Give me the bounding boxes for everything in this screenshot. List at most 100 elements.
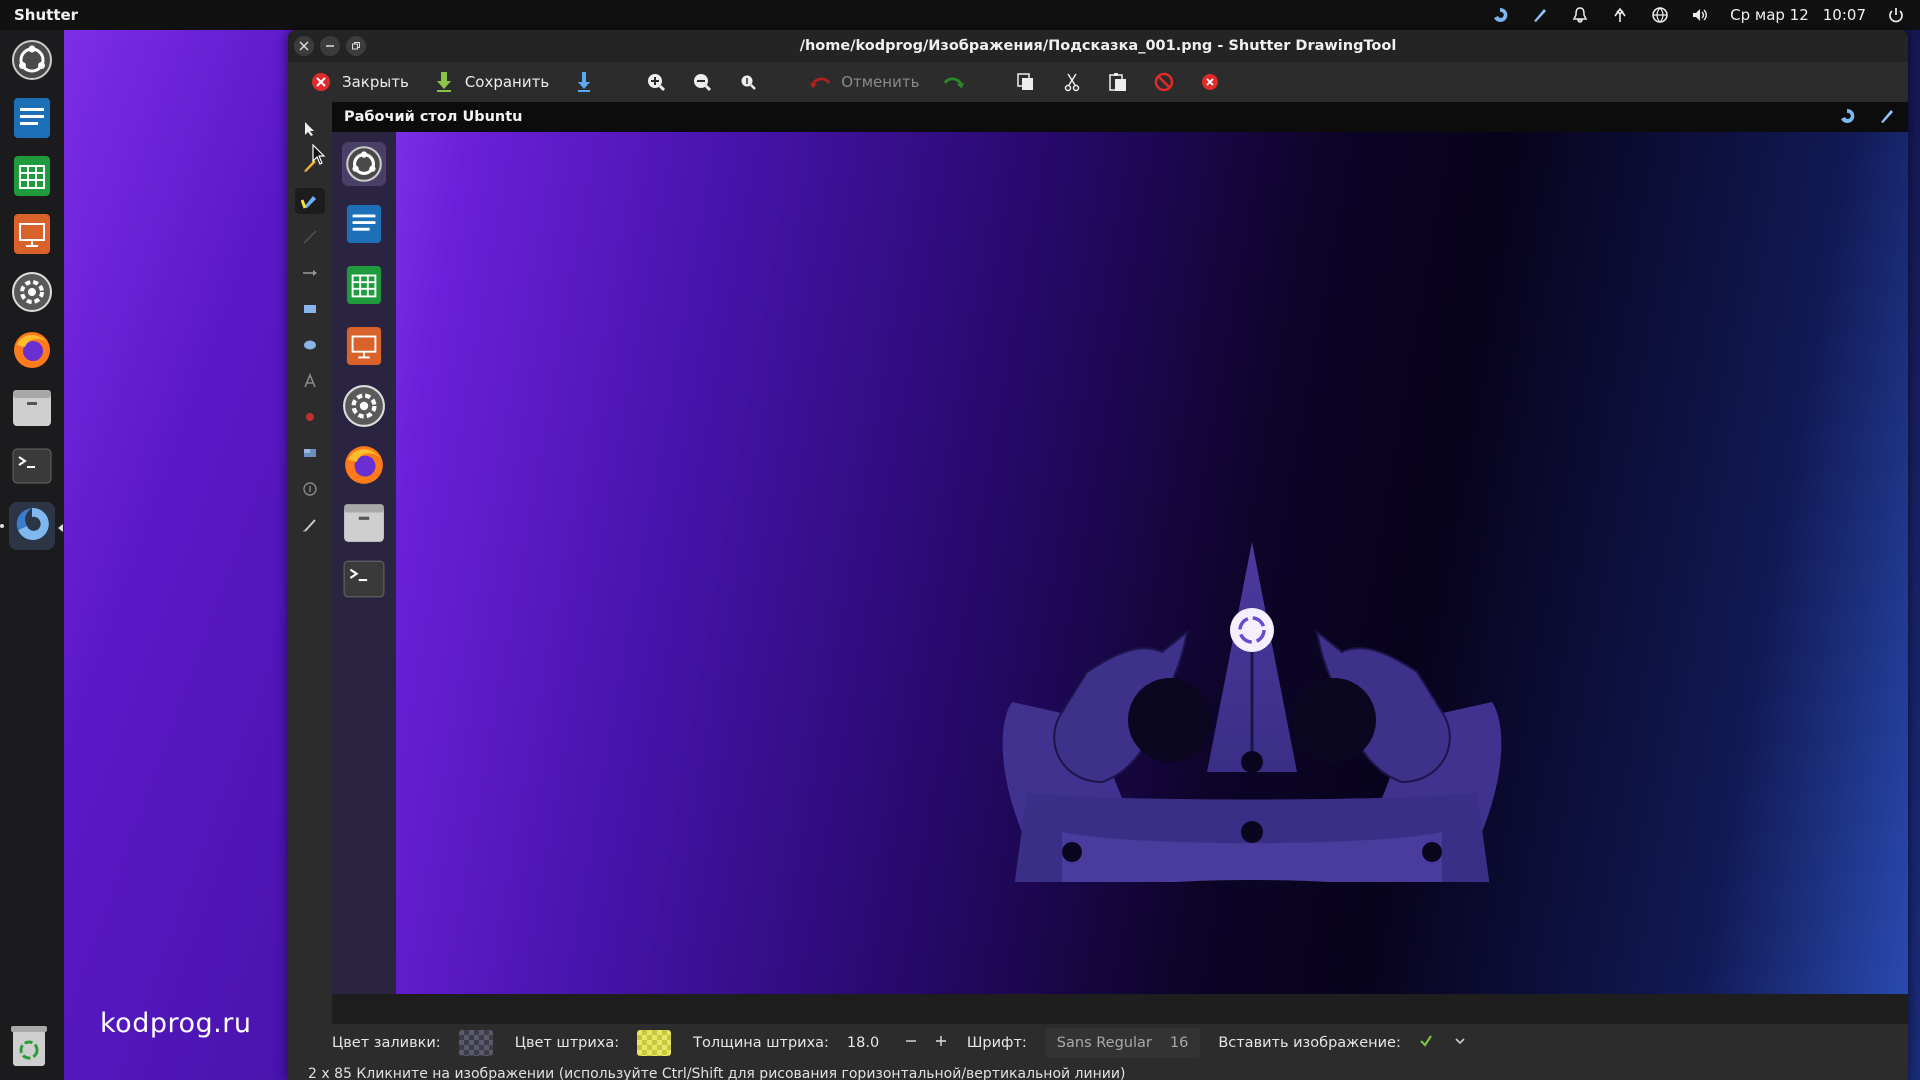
copy-button[interactable] bbox=[1005, 66, 1047, 98]
undo-icon bbox=[809, 71, 831, 93]
fill-color-button[interactable] bbox=[458, 1030, 493, 1056]
drawing-canvas-area: Рабочий стол Ubuntu bbox=[332, 102, 1908, 1024]
tool-select[interactable] bbox=[295, 116, 325, 142]
text-icon bbox=[304, 372, 316, 388]
font-size: 16 bbox=[1169, 1035, 1189, 1051]
tool-options-bar: Цвет заливки: Цвет штриха: Толщина штрих… bbox=[332, 1024, 1908, 1062]
zoom-out-icon bbox=[691, 71, 713, 93]
canvas-header: Рабочий стол Ubuntu bbox=[332, 102, 1908, 132]
clock[interactable]: Ср мар 12 10:07 bbox=[1730, 6, 1866, 24]
font-chooser-button[interactable]: Sans Regular 16 bbox=[1044, 1028, 1201, 1058]
chevron-down-icon[interactable] bbox=[1453, 1034, 1467, 1052]
insert-image-label: Вставить изображение: bbox=[1218, 1035, 1401, 1051]
window-minimize-button[interactable] bbox=[320, 36, 340, 56]
zoom-in-icon bbox=[645, 71, 667, 93]
ellipse-icon bbox=[304, 340, 316, 350]
copy-icon bbox=[1015, 71, 1037, 93]
stroke-width-value[interactable]: 18.0 bbox=[847, 1035, 887, 1051]
bell-icon[interactable] bbox=[1570, 5, 1590, 25]
export-button[interactable] bbox=[563, 66, 605, 98]
close-circle-icon bbox=[310, 71, 332, 93]
cut-button[interactable] bbox=[1051, 66, 1093, 98]
ubuntu-logo-icon bbox=[342, 142, 386, 190]
tool-censor[interactable] bbox=[295, 404, 325, 430]
pixelize-icon bbox=[304, 449, 316, 457]
close-button-label: Закрыть bbox=[342, 73, 409, 91]
plus-icon[interactable] bbox=[935, 1035, 947, 1051]
dock-impress-app[interactable] bbox=[9, 212, 55, 260]
dock-files-app[interactable] bbox=[9, 386, 55, 434]
minus-icon[interactable] bbox=[905, 1035, 917, 1051]
stroke-width-spinner: 18.0 bbox=[847, 1035, 947, 1051]
zoom-out-button[interactable] bbox=[681, 66, 723, 98]
line-icon bbox=[303, 230, 317, 244]
dock-trash-app[interactable] bbox=[9, 1024, 49, 1072]
save-button[interactable]: Сохранить bbox=[423, 66, 559, 98]
close-icon bbox=[299, 41, 309, 51]
dock-writer-app[interactable] bbox=[9, 96, 55, 144]
running-indicator bbox=[0, 524, 4, 528]
zoom-fit-button[interactable] bbox=[727, 66, 769, 98]
watermark-text: kodprog.ru bbox=[100, 1008, 252, 1039]
tool-pixelize[interactable] bbox=[295, 440, 325, 466]
dock-settings-app[interactable] bbox=[9, 270, 55, 318]
tool-text[interactable] bbox=[295, 368, 325, 394]
draw-tray-icon[interactable] bbox=[1530, 5, 1550, 25]
window-restore-button[interactable] bbox=[346, 36, 366, 56]
tool-ellipse[interactable] bbox=[295, 332, 325, 358]
active-app-name[interactable]: Shutter bbox=[14, 6, 78, 24]
undo-button[interactable]: Отменить bbox=[799, 66, 929, 98]
ubuntu-logo-icon bbox=[11, 39, 53, 85]
settings-icon bbox=[11, 271, 53, 317]
window-title: /home/kodprog/Изображения/Подсказка_001.… bbox=[799, 38, 1397, 54]
clear-icon bbox=[303, 519, 316, 532]
dock-ubuntu-app[interactable] bbox=[9, 38, 55, 86]
drawing-tool-window: /home/kodprog/Изображения/Подсказка_001.… bbox=[288, 30, 1908, 1080]
window-close-button[interactable] bbox=[294, 36, 314, 56]
dock-firefox-app[interactable] bbox=[9, 328, 55, 376]
shutter-icon bbox=[12, 504, 52, 548]
redo-icon bbox=[943, 71, 965, 93]
delete-button[interactable] bbox=[1143, 66, 1185, 98]
clear-all-button[interactable] bbox=[1189, 66, 1231, 98]
draw-small-icon[interactable] bbox=[1878, 107, 1896, 129]
dock-calc-app[interactable] bbox=[9, 154, 55, 202]
window-titlebar[interactable]: /home/kodprog/Изображения/Подсказка_001.… bbox=[288, 30, 1908, 62]
screenshot-image[interactable] bbox=[332, 132, 1908, 994]
stroke-color-button[interactable] bbox=[637, 1030, 672, 1056]
save-button-label: Сохранить bbox=[464, 73, 550, 91]
globe-icon[interactable] bbox=[1650, 5, 1670, 25]
save-download-icon bbox=[433, 71, 455, 93]
network-icon[interactable] bbox=[1610, 5, 1630, 25]
power-icon[interactable] bbox=[1886, 5, 1906, 25]
calc-icon bbox=[345, 262, 383, 312]
files-icon bbox=[11, 388, 53, 432]
redo-button[interactable] bbox=[933, 66, 975, 98]
zoom-in-button[interactable] bbox=[635, 66, 677, 98]
rectangle-icon bbox=[304, 305, 316, 313]
restore-icon bbox=[352, 42, 360, 50]
tool-crop[interactable] bbox=[295, 512, 325, 538]
tool-line[interactable] bbox=[295, 224, 325, 250]
minimize-icon bbox=[326, 45, 334, 47]
files-icon bbox=[342, 502, 386, 548]
tool-rectangle[interactable] bbox=[295, 296, 325, 322]
impress-icon bbox=[345, 323, 383, 373]
dock-shutter-app[interactable] bbox=[0, 502, 63, 550]
dock bbox=[0, 30, 64, 1080]
paste-button[interactable] bbox=[1097, 66, 1139, 98]
font-label: Шрифт: bbox=[966, 1035, 1027, 1051]
tool-number[interactable] bbox=[295, 476, 325, 502]
close-button[interactable]: Закрыть bbox=[300, 66, 419, 98]
volume-icon[interactable] bbox=[1690, 5, 1710, 25]
paste-icon bbox=[1107, 71, 1129, 93]
tool-highlighter[interactable] bbox=[295, 188, 325, 214]
trash-icon bbox=[9, 1026, 49, 1072]
checkmark-icon[interactable] bbox=[1419, 1034, 1433, 1052]
status-bar: 2 x 85 Кликните на изображении (использу… bbox=[308, 1066, 1126, 1080]
shutter-small-icon[interactable] bbox=[1838, 107, 1856, 129]
stroke-width-label: Толщина штриха: bbox=[693, 1035, 829, 1051]
shutter-tray-icon[interactable] bbox=[1490, 5, 1510, 25]
dock-terminal-app[interactable] bbox=[9, 444, 55, 492]
tool-arrow[interactable] bbox=[295, 260, 325, 286]
